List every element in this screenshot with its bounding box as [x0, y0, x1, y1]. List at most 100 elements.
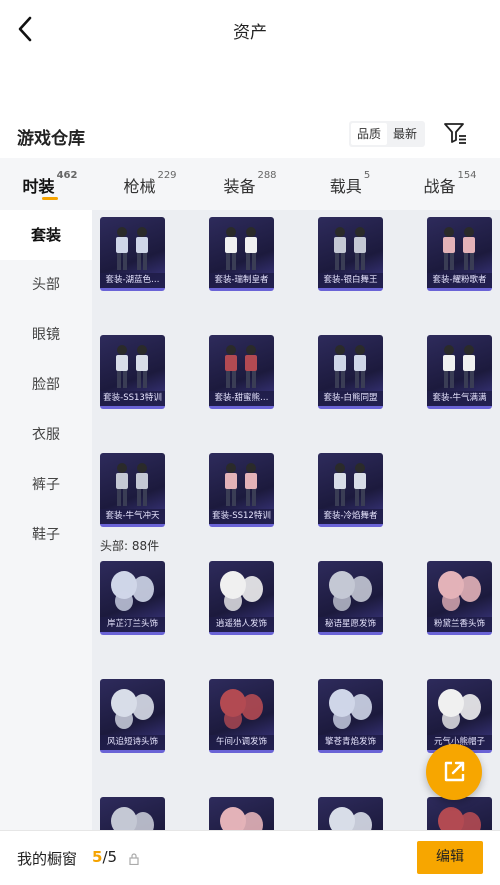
item-card[interactable]: 套装-SS12特训 [209, 453, 274, 527]
top-bar: 资产 [0, 0, 500, 58]
headwear-image [111, 807, 154, 830]
item-card-label: 套装-牛气冲天 [100, 509, 165, 524]
tab-label: 载具 [329, 177, 362, 196]
outfit-image [225, 345, 257, 388]
tab-label: 时装 [22, 177, 55, 196]
edit-button[interactable]: 编辑 [417, 841, 483, 874]
outfit-image [116, 463, 148, 506]
tab-vehicles[interactable]: 载具5 [300, 158, 400, 210]
item-card[interactable]: 逍遥猎人发饰 [209, 561, 274, 635]
filter-button[interactable] [442, 120, 468, 146]
item-grid: 头部: 88件 套装-湖蓝色… 套装-瑞制皇者 套装-银白舞王 套装-耀粉歌者套装-S… [92, 210, 500, 830]
item-card-label: 套装-牛气满满 [427, 391, 492, 406]
category-tabs: 时装462 枪械229 装备288 载具5 战备154 [0, 158, 500, 210]
headwear-image [329, 689, 372, 729]
item-card-label: 套装-白熊同盟 [318, 391, 383, 406]
item-card[interactable]: 套装-冷焰舞者 [318, 453, 383, 527]
item-card[interactable]: 套装-牛气满满 [427, 335, 492, 409]
item-card[interactable]: 套装-SS13特训 [100, 335, 165, 409]
headwear-image [438, 689, 481, 729]
headwear-image [329, 571, 372, 611]
item-card-label: 岸芷汀兰头饰 [100, 617, 165, 632]
item-card[interactable] [318, 797, 383, 830]
sidebar-item-head[interactable]: 头部 [0, 260, 92, 310]
tab-count: 288 [257, 170, 277, 181]
sidebar-item-face[interactable]: 脸部 [0, 360, 92, 410]
item-card[interactable] [209, 797, 274, 830]
item-card-label: 逍遥猎人发饰 [209, 617, 274, 632]
item-card-label: 套装-瑞制皇者 [209, 273, 274, 288]
outfit-image [334, 463, 366, 506]
tab-fashion[interactable]: 时装462 [0, 158, 100, 210]
item-card-label: 风追短诗头饰 [100, 735, 165, 750]
item-card[interactable] [100, 797, 165, 830]
sidebar-item-pants[interactable]: 裤子 [0, 460, 92, 510]
sidebar-item-shoes[interactable]: 鞋子 [0, 510, 92, 560]
tab-guns[interactable]: 枪械229 [100, 158, 200, 210]
item-card-label: 秘语星愿发饰 [318, 617, 383, 632]
item-card[interactable]: 套装-甜蜜熊… [209, 335, 274, 409]
outfit-image [443, 227, 475, 270]
tab-label: 装备 [223, 177, 256, 196]
sort-toggle: 品质 最新 [349, 121, 426, 147]
tab-count: 154 [457, 170, 477, 181]
showcase-current: 5 [92, 848, 103, 866]
item-card[interactable]: 套装-湖蓝色… [100, 217, 165, 291]
showcase-total: /5 [102, 848, 118, 866]
item-card-label: 套装-银白舞王 [318, 273, 383, 288]
tab-count: 229 [157, 170, 177, 181]
sidebar-item-glasses[interactable]: 眼镜 [0, 310, 92, 360]
sidebar: 套装 头部 眼镜 脸部 衣服 裤子 鞋子 [0, 210, 92, 830]
item-card[interactable]: 擎苍青焰发饰 [318, 679, 383, 753]
item-card[interactable]: 风追短诗头饰 [100, 679, 165, 753]
tab-count: 462 [56, 170, 78, 181]
share-button[interactable] [426, 744, 482, 800]
outfit-image [116, 345, 148, 388]
sidebar-item-suits[interactable]: 套装 [0, 210, 92, 260]
outfit-image [334, 345, 366, 388]
item-card-label: 擎苍青焰发饰 [318, 735, 383, 750]
tab-equipment[interactable]: 装备288 [200, 158, 300, 210]
headwear-image [329, 807, 372, 830]
bottom-bar: 我的橱窗 5/5 编辑 [0, 830, 500, 885]
item-card[interactable]: 秘语星愿发饰 [318, 561, 383, 635]
outfit-image [334, 227, 366, 270]
headwear-image [111, 571, 154, 611]
filter-icon [444, 123, 466, 144]
item-card[interactable]: 粉黛兰香头饰 [427, 561, 492, 635]
item-card[interactable]: 元气小熊帽子 [427, 679, 492, 753]
page-title: 资产 [233, 23, 267, 43]
tab-count: 5 [363, 170, 371, 181]
share-external-icon [444, 761, 465, 782]
item-card[interactable]: 套装-牛气冲天 [100, 453, 165, 527]
item-card[interactable]: 套装-耀粉歌者 [427, 217, 492, 291]
sort-option-latest[interactable]: 最新 [387, 123, 423, 145]
item-card-label: 套装-耀粉歌者 [427, 273, 492, 288]
item-card-label: 粉黛兰香头饰 [427, 617, 492, 632]
item-card[interactable] [427, 797, 492, 830]
item-card[interactable]: 岸芷汀兰头饰 [100, 561, 165, 635]
tab-label: 战备 [423, 177, 456, 196]
tab-supplies[interactable]: 战备154 [400, 158, 500, 210]
item-card[interactable]: 套装-白熊同盟 [318, 335, 383, 409]
outfit-image [443, 345, 475, 388]
sort-option-quality[interactable]: 品质 [351, 123, 388, 145]
item-card[interactable]: 午间小调发饰 [209, 679, 274, 753]
item-card[interactable]: 套装-瑞制皇者 [209, 217, 274, 291]
headwear-image [220, 571, 263, 611]
item-card-label: 午间小调发饰 [209, 735, 274, 750]
headwear-image [220, 807, 263, 830]
lock-icon [129, 853, 139, 865]
item-card-label: 套装-甜蜜熊… [209, 391, 274, 406]
item-card[interactable]: 套装-银白舞王 [318, 217, 383, 291]
headwear-image [438, 807, 481, 830]
outfit-image [116, 227, 148, 270]
group-label-head: 头部: 88件 [100, 539, 160, 553]
headwear-image [220, 689, 263, 729]
section-title: 游戏仓库 [17, 129, 85, 149]
outfit-image [225, 463, 257, 506]
item-card-label: 套装-SS13特训 [100, 391, 165, 406]
tab-label: 枪械 [123, 177, 156, 196]
sidebar-item-clothes[interactable]: 衣服 [0, 410, 92, 460]
item-card-label: 套装-SS12特训 [209, 509, 274, 524]
